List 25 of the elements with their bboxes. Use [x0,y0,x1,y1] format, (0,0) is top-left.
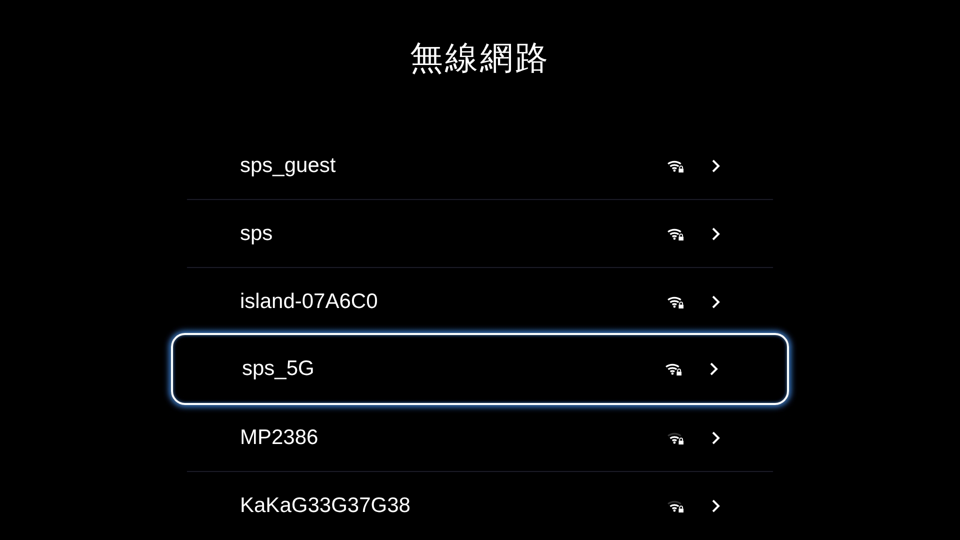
chevron-right-icon [711,294,721,308]
network-item[interactable]: sps_guest [187,131,773,199]
network-name: sps_5G [242,357,316,381]
chevron-right-icon [709,362,719,376]
network-name: sps_guest [240,154,337,178]
network-item[interactable]: MP2386 [187,403,773,471]
chevron-right-icon [711,498,721,512]
chevron-right-icon [711,158,721,172]
wifi-lock-icon [667,294,684,308]
chevron-right-icon [711,430,721,444]
wifi-lock-icon [667,226,684,240]
wifi-lock-icon [665,362,682,376]
chevron-right-icon [711,226,721,240]
wifi-lock-icon [667,158,684,172]
network-item[interactable]: KaKaG33G37G38 [187,471,773,539]
network-name: MP2386 [240,426,320,450]
screen-title: 無線網路 [410,38,550,78]
network-name: KaKaG33G37G38 [240,494,412,518]
network-name: sps [240,222,274,246]
network-item[interactable]: sps_5G [171,333,789,405]
network-item[interactable]: sps [187,199,773,267]
wifi-lock-icon [667,498,684,512]
network-item[interactable]: island-07A6C0 [187,267,773,335]
network-name: island-07A6C0 [240,290,379,314]
wifi-lock-icon [667,430,684,444]
